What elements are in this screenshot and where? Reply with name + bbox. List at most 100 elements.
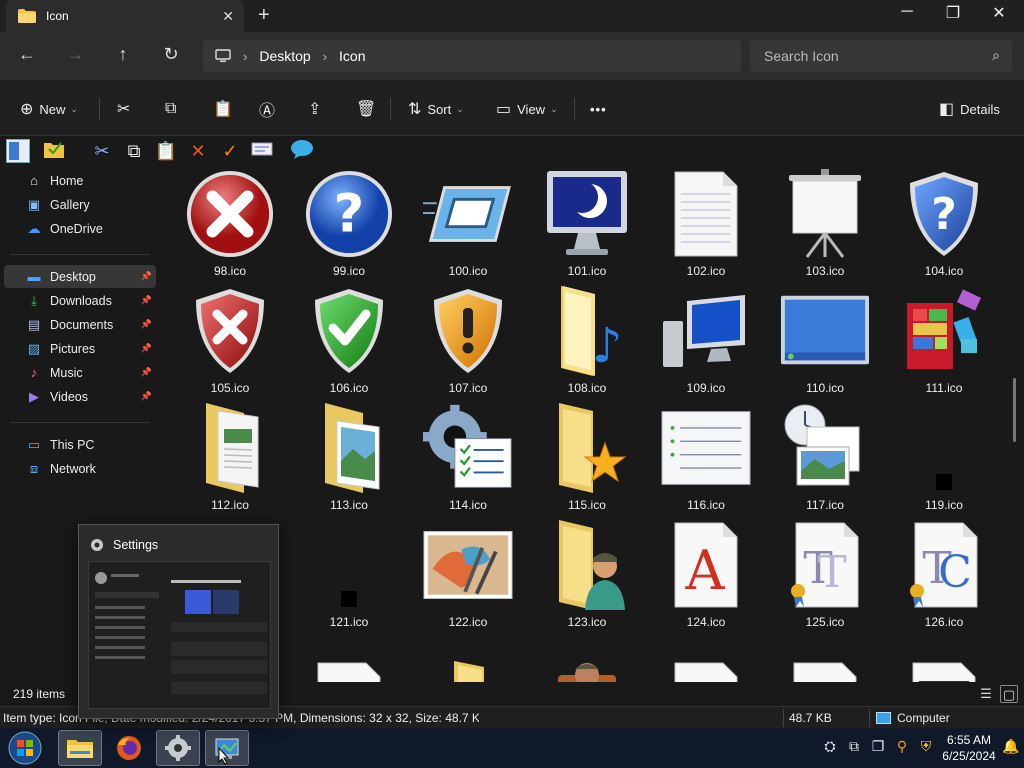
sidebar-item-downloads[interactable]: ⤓ Downloads 📌 (4, 289, 156, 312)
file-item[interactable]: TC 126.ico (889, 517, 989, 634)
paste-button[interactable]: 📋 (213, 98, 239, 120)
checkmark-icon[interactable]: ✓ (218, 139, 242, 163)
sidebar-item-desktop[interactable]: ▬ Desktop 📌 (4, 265, 156, 288)
sidebar-item-network[interactable]: ⧈ Network (4, 457, 156, 480)
pin-icon[interactable]: 📌 (141, 367, 152, 378)
breadcrumb-desktop[interactable]: Desktop (259, 48, 310, 64)
file-item[interactable]: 123.ico (532, 517, 632, 634)
copy-icon[interactable]: ⧉ (122, 139, 146, 163)
taskbar-control-panel[interactable] (205, 730, 249, 766)
file-item[interactable]: 101.ico (532, 166, 632, 283)
start-button[interactable] (3, 730, 47, 766)
file-item[interactable]: 113.ico (294, 400, 394, 517)
more-options-button[interactable]: ••• (590, 98, 607, 120)
tab-close-button[interactable]: ✕ (222, 8, 234, 25)
clock[interactable]: 6:55 AM 6/25/2024 (940, 732, 998, 764)
file-item[interactable] (413, 634, 513, 682)
file-item[interactable]: 122.ico (413, 517, 513, 634)
file-item[interactable]: 117.ico (770, 400, 870, 517)
pin-icon[interactable]: 📌 (141, 271, 152, 282)
taskbar-settings[interactable] (156, 730, 200, 766)
search-tray-icon[interactable]: ⚲ (893, 738, 911, 756)
copy-button[interactable]: ⧉ (165, 98, 182, 120)
sidebar-item-gallery[interactable]: ▣ Gallery (4, 193, 156, 216)
pin-icon[interactable]: 📌 (141, 391, 152, 402)
breadcrumb-icon[interactable]: Icon (339, 48, 365, 64)
maximize-button[interactable]: ❐ (930, 3, 976, 23)
file-item[interactable]: 109.ico (651, 283, 751, 400)
file-item[interactable]: ♪ 108.ico (532, 283, 632, 400)
file-item[interactable] (770, 634, 870, 682)
cut-button[interactable]: ✂ (117, 98, 136, 120)
file-item[interactable]: ? 99.ico (294, 166, 394, 283)
file-item[interactable]: 103.ico (770, 166, 870, 283)
file-item[interactable]: 112.ico (175, 400, 275, 517)
back-button[interactable]: ← (13, 44, 41, 65)
file-item[interactable]: A 124.ico (651, 517, 751, 634)
address-bar[interactable]: › Desktop › Icon (203, 40, 741, 72)
sidebar-item-onedrive[interactable]: ☁ OneDrive (4, 217, 156, 240)
taskbar-thumbnail-preview[interactable]: Settings (78, 524, 279, 719)
delete-button[interactable]: 🗑 (356, 98, 382, 120)
notification-bell-icon[interactable]: 🔔 (1002, 738, 1020, 756)
new-button[interactable]: ⊕ New ⌄ (20, 98, 78, 120)
file-item[interactable]: 121.ico (294, 517, 394, 634)
sidebar-item-home[interactable]: ⌂ Home (4, 169, 156, 192)
paste-icon[interactable]: 📋 (154, 139, 178, 163)
vertical-scrollbar[interactable] (1013, 378, 1016, 442)
up-button[interactable]: ↑ (109, 44, 137, 65)
file-item[interactable]: 114.ico (413, 400, 513, 517)
file-item[interactable] (532, 634, 632, 682)
sidebar-item-this-pc[interactable]: ▭ This PC (4, 433, 156, 456)
security-shield-icon[interactable]: ⛨ (917, 738, 935, 756)
delete-x-icon[interactable]: ✕ (186, 139, 210, 163)
file-item[interactable]: ♪ (651, 634, 751, 682)
view-button[interactable]: ▭ View ⌄ (496, 98, 558, 120)
close-button[interactable]: ✕ (976, 3, 1022, 23)
file-item[interactable]: 105.ico (175, 283, 275, 400)
file-item[interactable]: 98.ico (175, 166, 275, 283)
pin-icon[interactable]: 📌 (141, 295, 152, 306)
properties-icon[interactable] (250, 139, 274, 163)
file-item[interactable]: 116.ico (651, 400, 751, 517)
file-item[interactable]: 110.ico (770, 283, 870, 400)
preview-pane-icon[interactable] (6, 139, 30, 163)
details-button[interactable]: ◧ Details (939, 98, 1000, 120)
cut-icon[interactable]: ✂ (90, 139, 114, 163)
file-item[interactable] (889, 634, 989, 682)
forward-button[interactable]: → (61, 44, 89, 65)
share-button[interactable]: ⇪ (308, 98, 327, 120)
search-input[interactable]: Search Icon ⌕ (750, 40, 1012, 72)
taskbar-firefox[interactable] (107, 730, 151, 766)
window-snip-icon[interactable]: ⧉ (845, 738, 863, 756)
details-view-icon[interactable]: ☰ (977, 685, 995, 703)
file-item[interactable]: 115.ico (532, 400, 632, 517)
file-item[interactable] (294, 634, 394, 682)
taskbar-file-explorer[interactable] (58, 730, 102, 766)
file-item[interactable]: 119.ico (889, 400, 989, 517)
tiles-view-icon[interactable]: ▢ (1000, 685, 1018, 703)
sidebar-item-pictures[interactable]: ▨ Pictures 📌 (4, 337, 156, 360)
pin-icon[interactable]: 📌 (141, 319, 152, 330)
folder-tree-icon[interactable] (42, 139, 66, 163)
refresh-button[interactable]: ↻ (157, 44, 185, 65)
pin-icon[interactable]: 📌 (141, 343, 152, 354)
tab-icon-folder[interactable]: Icon ✕ (6, 0, 244, 32)
file-item[interactable]: 106.ico (294, 283, 394, 400)
file-item[interactable]: 100.ico (413, 166, 513, 283)
file-item[interactable]: TT 125.ico (770, 517, 870, 634)
rename-button[interactable]: Ⓐ (259, 98, 281, 120)
sidebar-item-videos[interactable]: ▶ Videos 📌 (4, 385, 156, 408)
minimize-button[interactable]: ─ (884, 3, 930, 21)
file-item[interactable]: ? 104.ico (889, 166, 989, 283)
windows-switch-icon[interactable]: ❐ (869, 738, 887, 756)
chat-bubble-icon[interactable] (290, 139, 314, 163)
sidebar-item-music[interactable]: ♪ Music 📌 (4, 361, 156, 384)
action-center-icon[interactable]: ⛭ (821, 738, 839, 756)
sidebar-item-documents[interactable]: ▤ Documents 📌 (4, 313, 156, 336)
file-item[interactable]: 111.ico (889, 283, 989, 400)
new-tab-button[interactable]: + (258, 4, 270, 27)
sort-button[interactable]: ⇅ Sort ⌄ (408, 98, 464, 120)
file-item[interactable]: 107.ico (413, 283, 513, 400)
file-item[interactable]: 102.ico (651, 166, 751, 283)
